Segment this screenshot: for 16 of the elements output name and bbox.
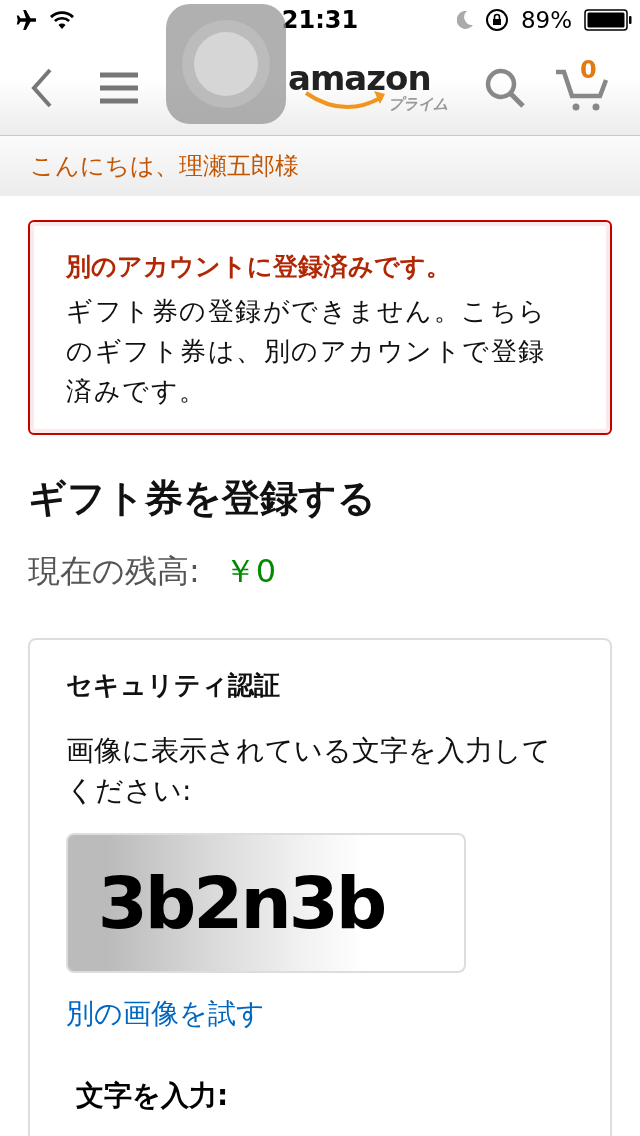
status-time: 21:31 [281,6,359,34]
alert-title: 別のアカウントに登録済みです。 [66,251,452,283]
captcha-image: 3b2n3b [66,833,466,973]
retry-image-link[interactable]: 別の画像を試す [66,995,265,1033]
captcha-instruction: 画像に表示されている文字を入力してください: [66,733,552,809]
battery-percent: 89% [520,7,572,33]
cart-count: 0 [580,55,597,84]
security-title: セキュリティ認証 [66,669,281,702]
input-label: 文字を入力: [76,1078,230,1114]
balance-label: 現在の残高: [28,551,200,592]
balance-value: ￥0 [223,551,277,592]
logo-text[interactable]: amazon [288,61,431,95]
logo-subtitle: プライム [388,95,448,114]
greeting-text: こんにちは、理瀬五郎様 [30,151,299,182]
alert-message: ギフト券の登録ができません。こちらのギフト券は、別のアカウントで登録済みです。 [66,295,548,408]
page-title: ギフト券を登録する [28,475,377,522]
